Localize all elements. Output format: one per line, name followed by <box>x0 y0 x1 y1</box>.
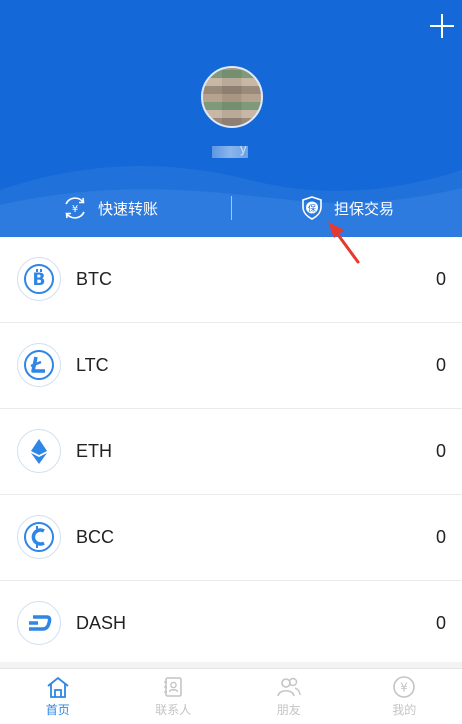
coin-balance: 0 <box>436 409 446 494</box>
tab-friends[interactable]: 朋友 <box>231 669 347 724</box>
coin-symbol: ETH <box>76 409 112 494</box>
shield-text: 保 <box>308 203 316 213</box>
escrow-trade-label: 担保交易 <box>334 198 394 219</box>
coin-list: B BTC 0 LTC 0 ETH 0 <box>0 237 462 667</box>
tab-contacts[interactable]: 联系人 <box>116 669 232 724</box>
coin-balance: 0 <box>436 323 446 408</box>
coin-balance: 0 <box>436 581 446 666</box>
coin-symbol: DASH <box>76 581 126 666</box>
svg-text:¥: ¥ <box>72 204 78 215</box>
coin-row-eth[interactable]: ETH 0 <box>0 409 462 495</box>
tab-label: 朋友 <box>277 701 301 718</box>
coin-row-ltc[interactable]: LTC 0 <box>0 323 462 409</box>
svg-text:B: B <box>33 270 46 290</box>
bitcoin-cash-icon <box>17 515 61 559</box>
home-icon <box>45 675 71 699</box>
avatar[interactable] <box>201 66 263 128</box>
coin-balance: 0 <box>436 237 446 322</box>
quick-transfer-label: 快速转账 <box>98 198 158 219</box>
litecoin-icon <box>17 343 61 387</box>
coin-row-dash[interactable]: DASH 0 <box>0 581 462 667</box>
dash-icon <box>17 601 61 645</box>
username-suffix: y <box>240 141 247 156</box>
friends-icon <box>276 675 302 699</box>
tab-home[interactable]: 首页 <box>0 669 116 724</box>
tab-label: 我的 <box>392 701 416 718</box>
bottom-tab-bar: 首页 联系人 朋友 ¥ 我的 <box>0 668 462 724</box>
bitcoin-icon: B <box>17 257 61 301</box>
quick-transfer-button[interactable]: ¥ 快速转账 <box>62 184 158 232</box>
tab-mine[interactable]: ¥ 我的 <box>347 669 462 724</box>
tab-label: 联系人 <box>155 701 191 718</box>
add-plus-icon[interactable] <box>430 14 454 38</box>
coin-symbol: BCC <box>76 495 114 580</box>
svg-text:¥: ¥ <box>400 681 408 695</box>
coin-row-bcc[interactable]: BCC 0 <box>0 495 462 581</box>
shield-guarantee-icon: 保 <box>300 195 324 221</box>
coin-balance: 0 <box>436 495 446 580</box>
coin-row-btc[interactable]: B BTC 0 <box>0 237 462 323</box>
tab-label: 首页 <box>46 701 70 718</box>
coin-symbol: BTC <box>76 237 112 322</box>
contacts-icon <box>161 675 185 699</box>
coin-symbol: LTC <box>76 323 109 408</box>
actions-divider <box>231 196 232 220</box>
wallet-yuan-icon: ¥ <box>392 675 416 699</box>
transfer-yuan-icon: ¥ <box>62 195 88 221</box>
ethereum-icon <box>17 429 61 473</box>
